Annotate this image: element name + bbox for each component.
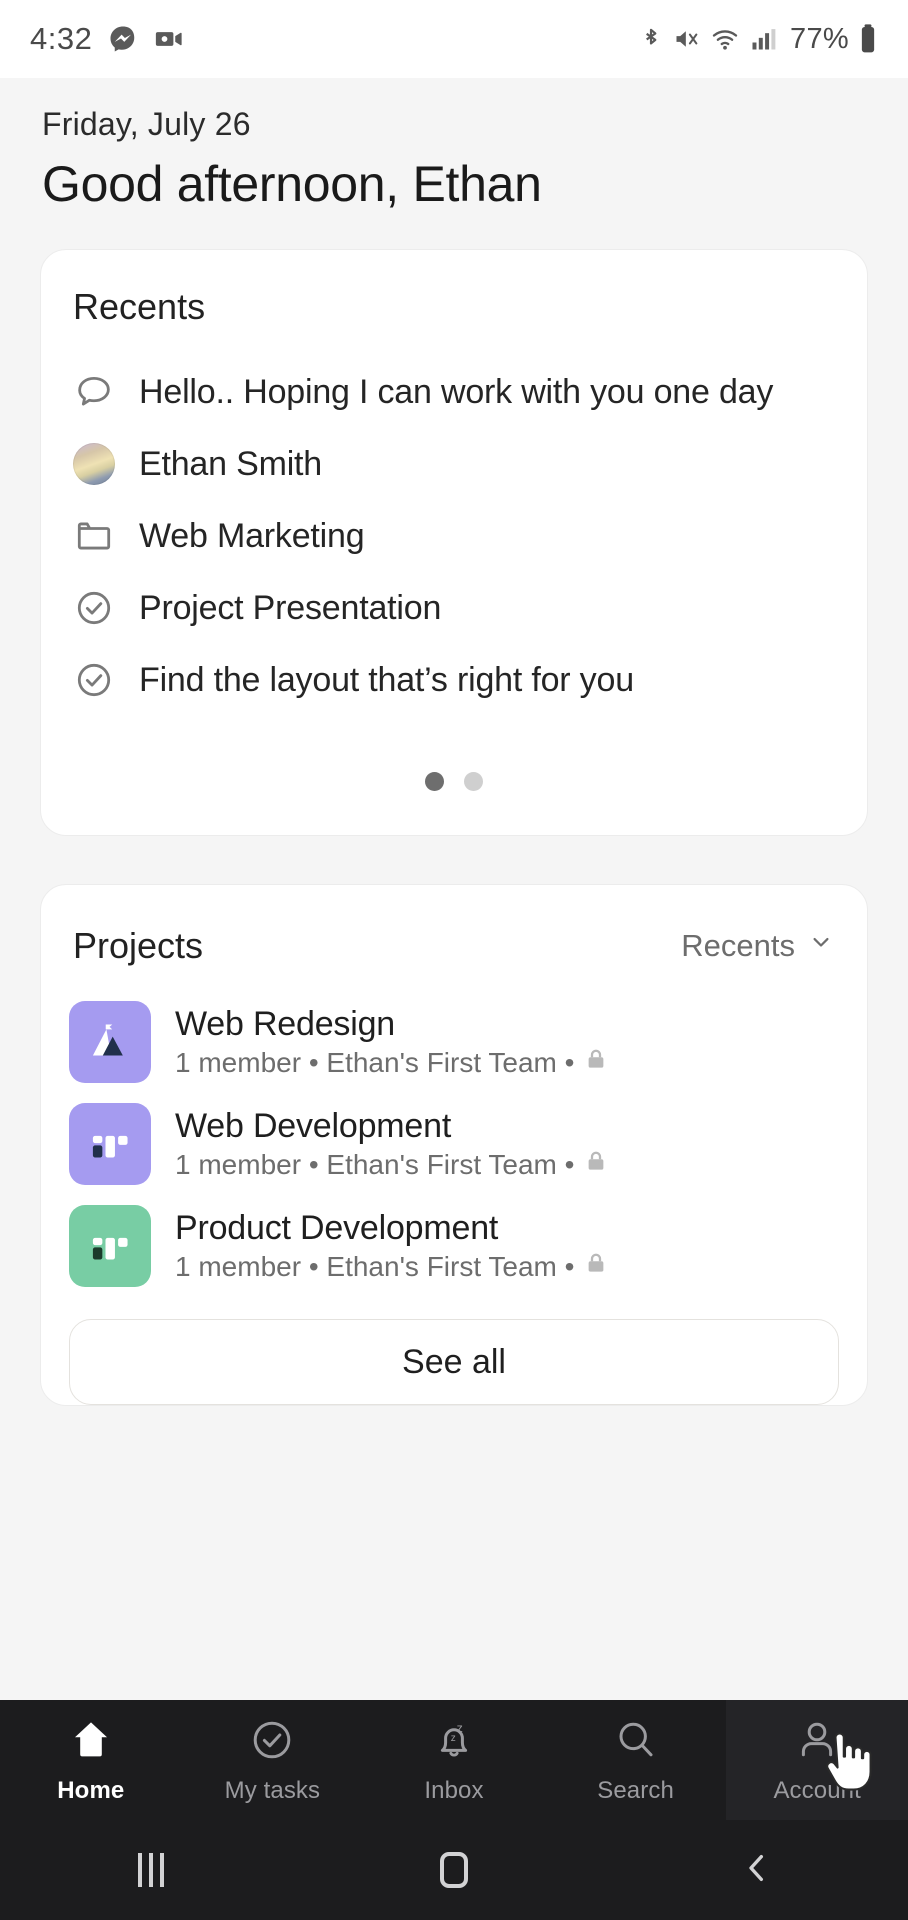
projects-card: Projects Recents Web Redesign 1 member •… xyxy=(40,884,868,1406)
home-icon xyxy=(67,1716,115,1769)
project-meta: 1 member • Ethan's First Team • xyxy=(175,1148,609,1181)
list-item-label: Project Presentation xyxy=(139,588,442,627)
svg-text:z: z xyxy=(451,1733,456,1744)
list-item[interactable]: Hello.. Hoping I can work with you one d… xyxy=(71,356,837,428)
see-all-button[interactable]: See all xyxy=(69,1319,839,1405)
project-text: Web Redesign 1 member • Ethan's First Te… xyxy=(175,1005,609,1079)
greeting-block: Friday, July 26 Good afternoon, Ethan xyxy=(0,78,908,213)
avatar xyxy=(71,441,117,487)
project-text: Web Development 1 member • Ethan's First… xyxy=(175,1107,609,1181)
status-bar-left: 4:32 xyxy=(30,21,184,57)
project-name: Web Redesign xyxy=(175,1005,395,1043)
list-item-label: Web Marketing xyxy=(139,516,365,555)
phone-screen: 4:32 77% Friday, July 26 Good afternoon,… xyxy=(0,0,908,1920)
avatar-image xyxy=(73,443,115,485)
mountain-peak-icon xyxy=(69,1001,151,1083)
magnifier-icon xyxy=(612,1716,660,1769)
carousel-pagination[interactable] xyxy=(41,716,867,835)
project-meta-text: 1 member • Ethan's First Team • xyxy=(175,1250,575,1282)
projects-card-title: Projects xyxy=(73,925,204,966)
battery-percent: 77% xyxy=(790,22,849,55)
nav-item-search[interactable]: Search xyxy=(545,1700,727,1820)
recents-bars-icon xyxy=(138,1853,165,1887)
pagination-dot[interactable] xyxy=(464,772,483,791)
project-meta: 1 member • Ethan's First Team • xyxy=(175,1250,609,1283)
board-columns-icon xyxy=(69,1205,151,1287)
main-content: Friday, July 26 Good afternoon, Ethan Re… xyxy=(0,78,908,1920)
home-square-icon xyxy=(440,1852,468,1888)
list-item[interactable]: Product Development 1 member • Ethan's F… xyxy=(69,1195,839,1297)
projects-card-header: Projects Recents xyxy=(41,925,867,967)
projects-sort-label: Recents xyxy=(681,928,795,963)
project-name: Product Development xyxy=(175,1209,499,1247)
status-bar-right: 77% xyxy=(638,23,878,56)
projects-sort-dropdown[interactable]: Recents xyxy=(681,928,835,964)
projects-list: Web Redesign 1 member • Ethan's First Te… xyxy=(41,967,867,1297)
nav-label-account: Account xyxy=(773,1776,861,1804)
list-item[interactable]: Web Redesign 1 member • Ethan's First Te… xyxy=(69,991,839,1093)
project-meta: 1 member • Ethan's First Team • xyxy=(175,1046,609,1079)
status-time: 4:32 xyxy=(30,21,93,56)
messenger-icon xyxy=(108,24,138,54)
lock-icon xyxy=(583,1148,609,1181)
page-title: Good afternoon, Ethan xyxy=(42,156,542,212)
lock-icon xyxy=(583,1250,609,1283)
check-circle-icon xyxy=(71,585,117,631)
project-name: Web Development xyxy=(175,1107,452,1145)
list-item[interactable]: Project Presentation xyxy=(71,572,837,644)
folder-icon xyxy=(71,513,117,559)
chevron-down-icon xyxy=(807,928,835,964)
svg-text:z: z xyxy=(457,1721,463,1735)
nav-label-inbox: Inbox xyxy=(424,1776,484,1804)
android-back-button[interactable] xyxy=(605,1846,908,1895)
cellular-signal-icon xyxy=(749,24,777,54)
list-item[interactable]: Ethan Smith xyxy=(71,428,837,500)
android-system-nav xyxy=(0,1820,908,1920)
video-camera-icon xyxy=(154,24,184,54)
list-item[interactable]: Web Marketing xyxy=(71,500,837,572)
nav-label-home: Home xyxy=(57,1776,125,1804)
list-item-label: Hello.. Hoping I can work with you one d… xyxy=(139,372,774,411)
board-columns-icon xyxy=(69,1103,151,1185)
speech-bubble-icon xyxy=(71,369,117,415)
person-icon xyxy=(793,1716,841,1769)
bluetooth-icon xyxy=(638,24,664,54)
nav-item-inbox[interactable]: z z Inbox xyxy=(363,1700,545,1820)
android-recents-button[interactable] xyxy=(0,1853,303,1887)
nav-item-account[interactable]: Account xyxy=(726,1700,908,1820)
recents-card: Recents Hello.. Hoping I can work with y… xyxy=(40,249,868,836)
check-circle-icon xyxy=(248,1716,296,1769)
nav-label-my-tasks: My tasks xyxy=(224,1776,321,1804)
project-text: Product Development 1 member • Ethan's F… xyxy=(175,1209,609,1283)
pagination-dot-active[interactable] xyxy=(425,772,444,791)
nav-item-home[interactable]: Home xyxy=(0,1700,182,1820)
list-item-label: Find the layout that’s right for you xyxy=(139,660,634,699)
bottom-navigation: Home My tasks z z Inbox Search Account xyxy=(0,1700,908,1820)
nav-item-my-tasks[interactable]: My tasks xyxy=(182,1700,364,1820)
greeting-date: Friday, July 26 xyxy=(42,106,251,142)
nav-label-search: Search xyxy=(597,1776,674,1804)
lock-icon xyxy=(583,1046,609,1079)
status-bar: 4:32 77% xyxy=(0,0,908,78)
recents-card-title: Recents xyxy=(73,286,206,327)
wifi-icon xyxy=(710,24,740,54)
back-chevron-icon xyxy=(737,1846,777,1895)
battery-icon xyxy=(858,23,878,55)
project-meta-text: 1 member • Ethan's First Team • xyxy=(175,1046,575,1078)
check-circle-icon xyxy=(71,657,117,703)
bell-snooze-icon: z z xyxy=(430,1716,478,1769)
android-home-button[interactable] xyxy=(303,1852,606,1888)
mute-vibrate-icon xyxy=(673,24,701,54)
list-item[interactable]: Web Development 1 member • Ethan's First… xyxy=(69,1093,839,1195)
recents-list: Hello.. Hoping I can work with you one d… xyxy=(41,328,867,716)
list-item-label: Ethan Smith xyxy=(139,444,323,483)
project-meta-text: 1 member • Ethan's First Team • xyxy=(175,1148,575,1180)
list-item[interactable]: Find the layout that’s right for you xyxy=(71,644,837,716)
